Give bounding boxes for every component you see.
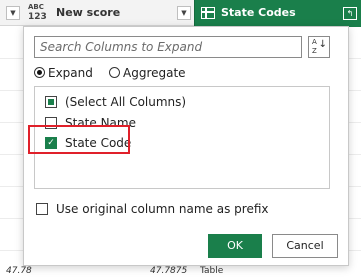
sort-az-button[interactable]: A Z ↓ [308, 36, 330, 58]
search-columns-input[interactable]: Search Columns to Expand [34, 36, 302, 58]
select-all-label[interactable]: (Select All Columns) [65, 93, 186, 111]
column-header-bar: ▼ ABC 123 New score ▼ State Codes ↰ [0, 0, 361, 27]
search-placeholder: Search Columns to Expand [40, 40, 203, 54]
expand-radio-label[interactable]: Expand [48, 65, 93, 81]
column-header-state-codes[interactable]: State Codes ↰ [194, 0, 361, 27]
data-type-icon[interactable]: ABC 123 [26, 2, 52, 24]
select-all-checkbox[interactable] [45, 96, 57, 108]
aggregate-radio-label[interactable]: Aggregate [123, 65, 186, 81]
column-title-new-score[interactable]: New score [56, 6, 120, 20]
expand-columns-popup: Search Columns to Expand A Z ↓ Expand Ag… [23, 26, 349, 266]
cell-value: 47.7875 [150, 266, 188, 276]
prefix-label[interactable]: Use original column name as prefix [56, 200, 268, 218]
column-title-state-codes: State Codes [221, 6, 296, 19]
cancel-button[interactable]: Cancel [272, 234, 338, 258]
power-query-view: ▼ ABC 123 New score ▼ State Codes ↰ 47.7… [0, 0, 361, 277]
table-icon [201, 7, 215, 19]
cell-value: 47.78 [6, 266, 32, 276]
highlight-box [28, 125, 130, 154]
sort-arrow-icon: ↓ [318, 39, 327, 50]
expand-column-icon[interactable]: ↰ [343, 7, 357, 20]
cell-table-link[interactable]: Table [200, 266, 223, 277]
type-badge-text: ABC [28, 3, 44, 11]
aggregate-radio[interactable] [109, 67, 120, 78]
table-row: 47.78 47.7875 Table [0, 266, 361, 277]
ok-button[interactable]: OK [208, 234, 262, 258]
filter-dropdown-button[interactable]: ▼ [6, 6, 20, 20]
filter-dropdown-button[interactable]: ▼ [177, 6, 191, 20]
type-badge-number: 123 [28, 12, 47, 22]
expand-radio[interactable] [34, 67, 45, 78]
prefix-checkbox[interactable] [36, 203, 48, 215]
